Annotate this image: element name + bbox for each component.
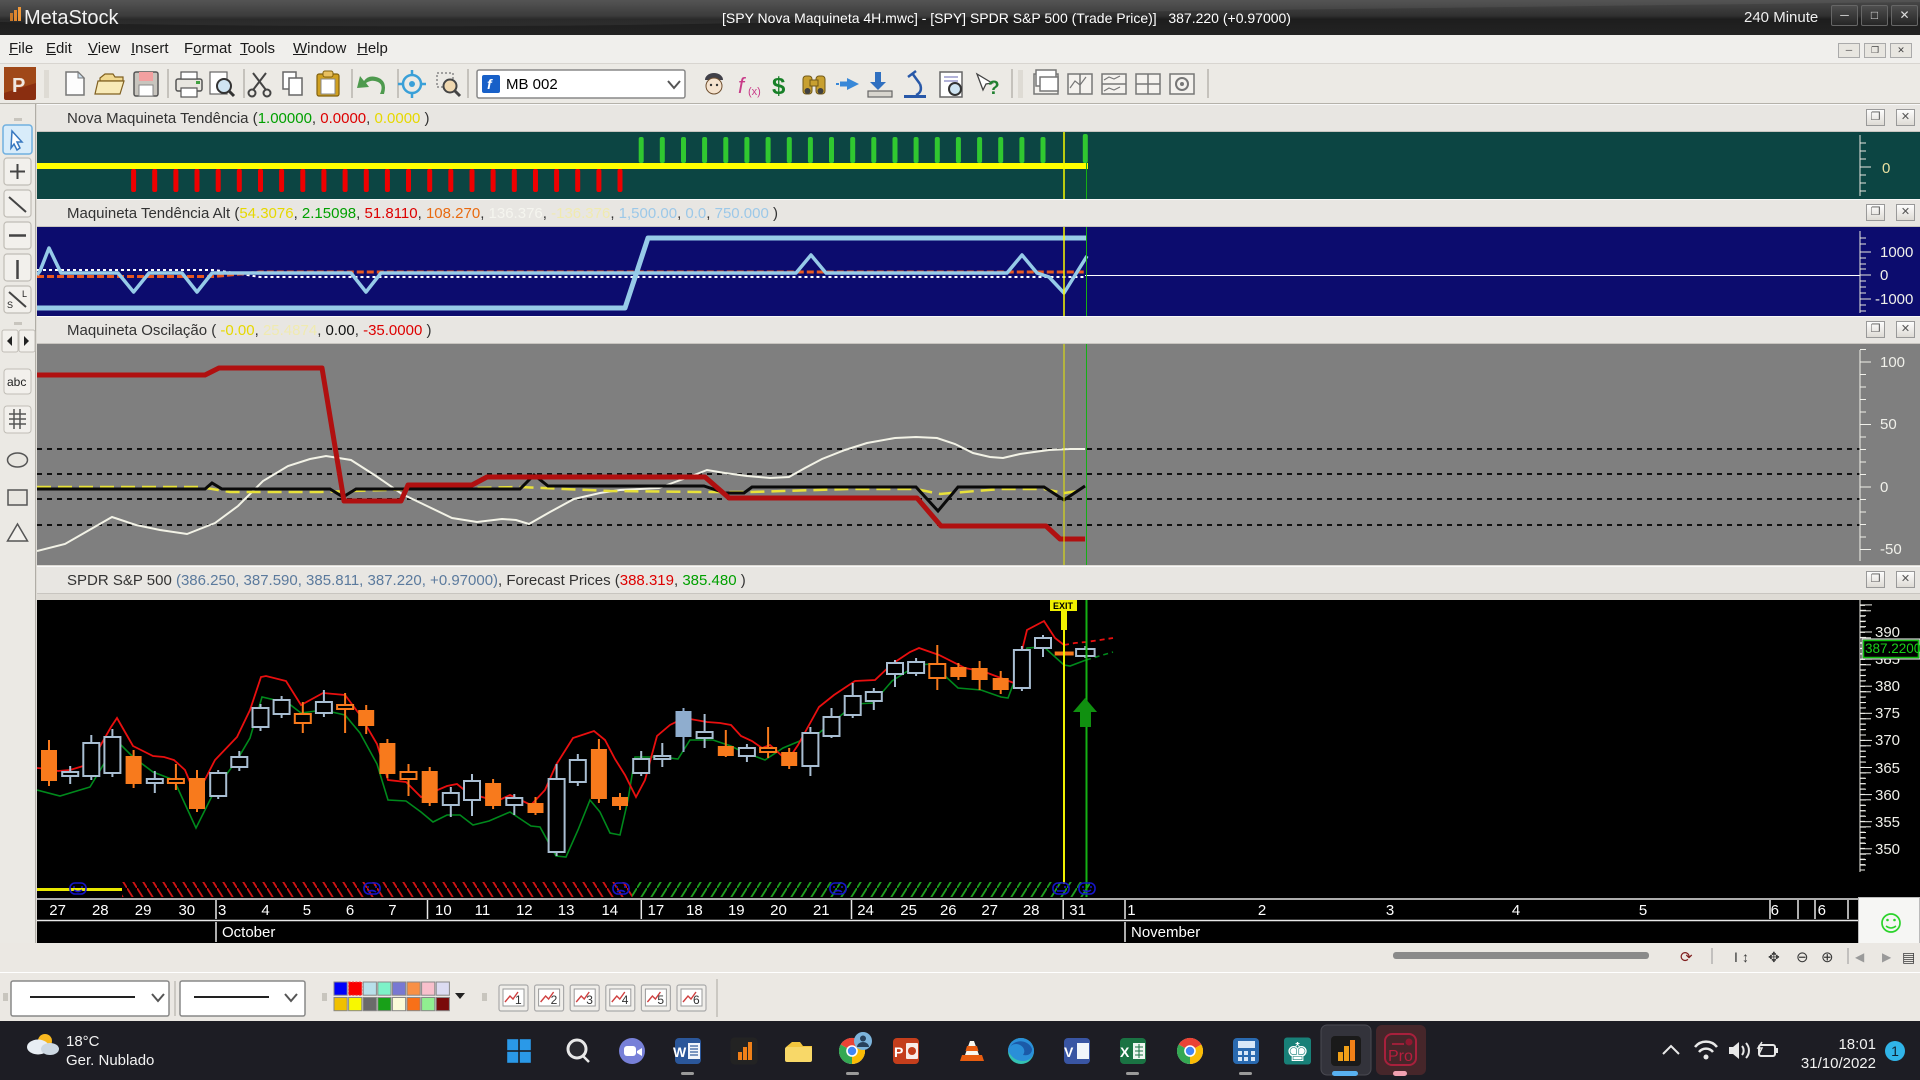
svg-text:18°C: 18°C [66,1033,100,1050]
svg-text:21: 21 [813,902,830,919]
svg-text:100: 100 [1880,354,1905,371]
svg-text:W: W [673,1044,687,1060]
svg-text:50: 50 [1880,416,1897,433]
svg-text:Pro: Pro [1388,1048,1413,1065]
svg-text:-50: -50 [1880,541,1902,558]
svg-text:11: 11 [475,902,491,919]
svg-text:14: 14 [601,902,618,919]
svg-text:24: 24 [857,902,874,919]
svg-text:355: 355 [1875,814,1900,831]
svg-text:1: 1 [515,993,522,1007]
svg-text:V: V [1064,1044,1074,1060]
svg-text:⊖: ⊖ [1796,949,1809,966]
svg-text:◀: ◀ [1855,950,1865,964]
svg-text:28: 28 [92,902,109,919]
svg-text:25: 25 [900,902,917,919]
svg-text:30: 30 [178,902,195,919]
svg-text:1: 1 [1127,902,1135,919]
svg-text:S: S [7,300,13,310]
svg-text:4: 4 [622,993,629,1007]
svg-text:3: 3 [586,993,593,1007]
svg-text:10: 10 [435,902,452,919]
svg-text:13: 13 [558,902,575,919]
svg-text:⊕: ⊕ [1821,949,1834,966]
svg-text:7: 7 [388,902,396,919]
svg-text:X: X [1120,1044,1130,1060]
svg-text:390: 390 [1875,624,1900,641]
svg-text:365: 365 [1875,760,1900,777]
svg-text:5: 5 [303,902,311,919]
svg-text:Ger. Nublado: Ger. Nublado [66,1052,154,1069]
svg-text:350: 350 [1875,841,1900,858]
svg-text:20: 20 [770,902,787,919]
svg-text:18: 18 [686,902,703,919]
svg-text:(x): (x) [748,86,761,98]
svg-text:▶: ▶ [1882,950,1892,964]
svg-text:L: L [22,289,27,299]
svg-text:18:01: 18:01 [1838,1036,1876,1053]
svg-text:2: 2 [1258,902,1266,919]
svg-text:1000: 1000 [1880,244,1913,261]
svg-text:19: 19 [728,902,745,919]
svg-text:$: $ [772,73,786,100]
svg-text:⟳: ⟳ [1680,949,1693,966]
svg-text:5: 5 [1639,902,1647,919]
svg-text:abc: abc [7,375,26,389]
svg-text:0: 0 [1882,160,1890,177]
svg-text:♚: ♚ [1286,1037,1309,1067]
svg-text:1: 1 [1891,1043,1899,1059]
svg-text:↕: ↕ [1742,949,1749,965]
svg-text:29: 29 [135,902,152,919]
svg-text:November: November [1131,924,1200,941]
svg-text:-1000: -1000 [1875,291,1913,308]
svg-text:375: 375 [1875,705,1900,722]
svg-text:27: 27 [49,902,66,919]
svg-text:0: 0 [1880,479,1888,496]
svg-text:17: 17 [648,902,665,919]
svg-text:380: 380 [1875,678,1900,695]
svg-text:MB 002: MB 002 [506,76,558,93]
svg-text:4: 4 [261,902,269,919]
svg-text:3: 3 [1386,902,1394,919]
svg-text:4: 4 [1512,902,1520,919]
svg-text:October: October [222,924,275,941]
svg-text:12: 12 [516,902,533,919]
svg-text:27: 27 [981,902,998,919]
svg-text:0: 0 [1880,267,1888,284]
svg-text:6: 6 [1771,902,1779,919]
svg-text:▤: ▤ [1902,949,1915,965]
svg-text:31: 31 [1069,902,1086,919]
svg-text:✥: ✥ [1768,949,1780,965]
svg-text:360: 360 [1875,787,1900,804]
svg-text:31/10/2022: 31/10/2022 [1801,1055,1876,1072]
svg-text:f: f [738,73,747,98]
svg-text:387.2200: 387.2200 [1865,641,1920,656]
svg-text:6: 6 [346,902,354,919]
svg-text:?: ? [988,78,1000,99]
svg-text:P: P [12,75,25,97]
svg-text:28: 28 [1023,902,1040,919]
svg-text:2: 2 [551,993,558,1007]
svg-text:26: 26 [940,902,957,919]
svg-text:EXIT: EXIT [1053,601,1074,611]
svg-text:6: 6 [1818,902,1826,919]
svg-text:3: 3 [218,902,226,919]
svg-text:P: P [894,1044,903,1060]
svg-text:370: 370 [1875,732,1900,749]
svg-text:I: I [1734,949,1738,965]
svg-text:5: 5 [657,993,664,1007]
svg-text:6: 6 [693,993,700,1007]
